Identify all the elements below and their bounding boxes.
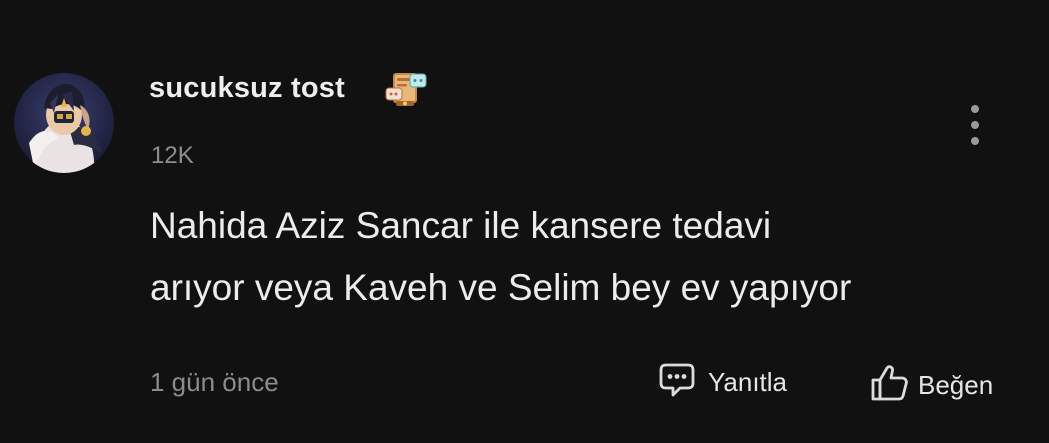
like-button[interactable]: Beğen (868, 362, 993, 409)
comment-timestamp: 1 gün önce (150, 367, 279, 397)
comment-line: Nahida Aziz Sancar ile kansere tedavi (150, 205, 772, 246)
reply-icon (658, 362, 696, 403)
comment-author[interactable]: sucuksuz tost (149, 72, 345, 105)
chat-badge-icon (384, 70, 428, 110)
comment-text: Nahida Aziz Sancar ile kansere tedavi ar… (150, 195, 1010, 319)
thumbs-up-icon (868, 362, 910, 409)
count-label: 12K (151, 142, 194, 169)
avatar[interactable] (14, 73, 114, 173)
reply-label: Yanıtla (708, 367, 788, 397)
more-options-icon[interactable] (962, 105, 988, 145)
like-label: Beğen (918, 370, 994, 400)
more-dot (971, 105, 979, 113)
more-dot (971, 121, 979, 129)
comment-line: arıyor veya Kaveh ve Selim bey ev yapıyo… (150, 267, 852, 308)
reply-button[interactable]: Yanıtla (658, 362, 787, 403)
more-dot (971, 137, 979, 145)
